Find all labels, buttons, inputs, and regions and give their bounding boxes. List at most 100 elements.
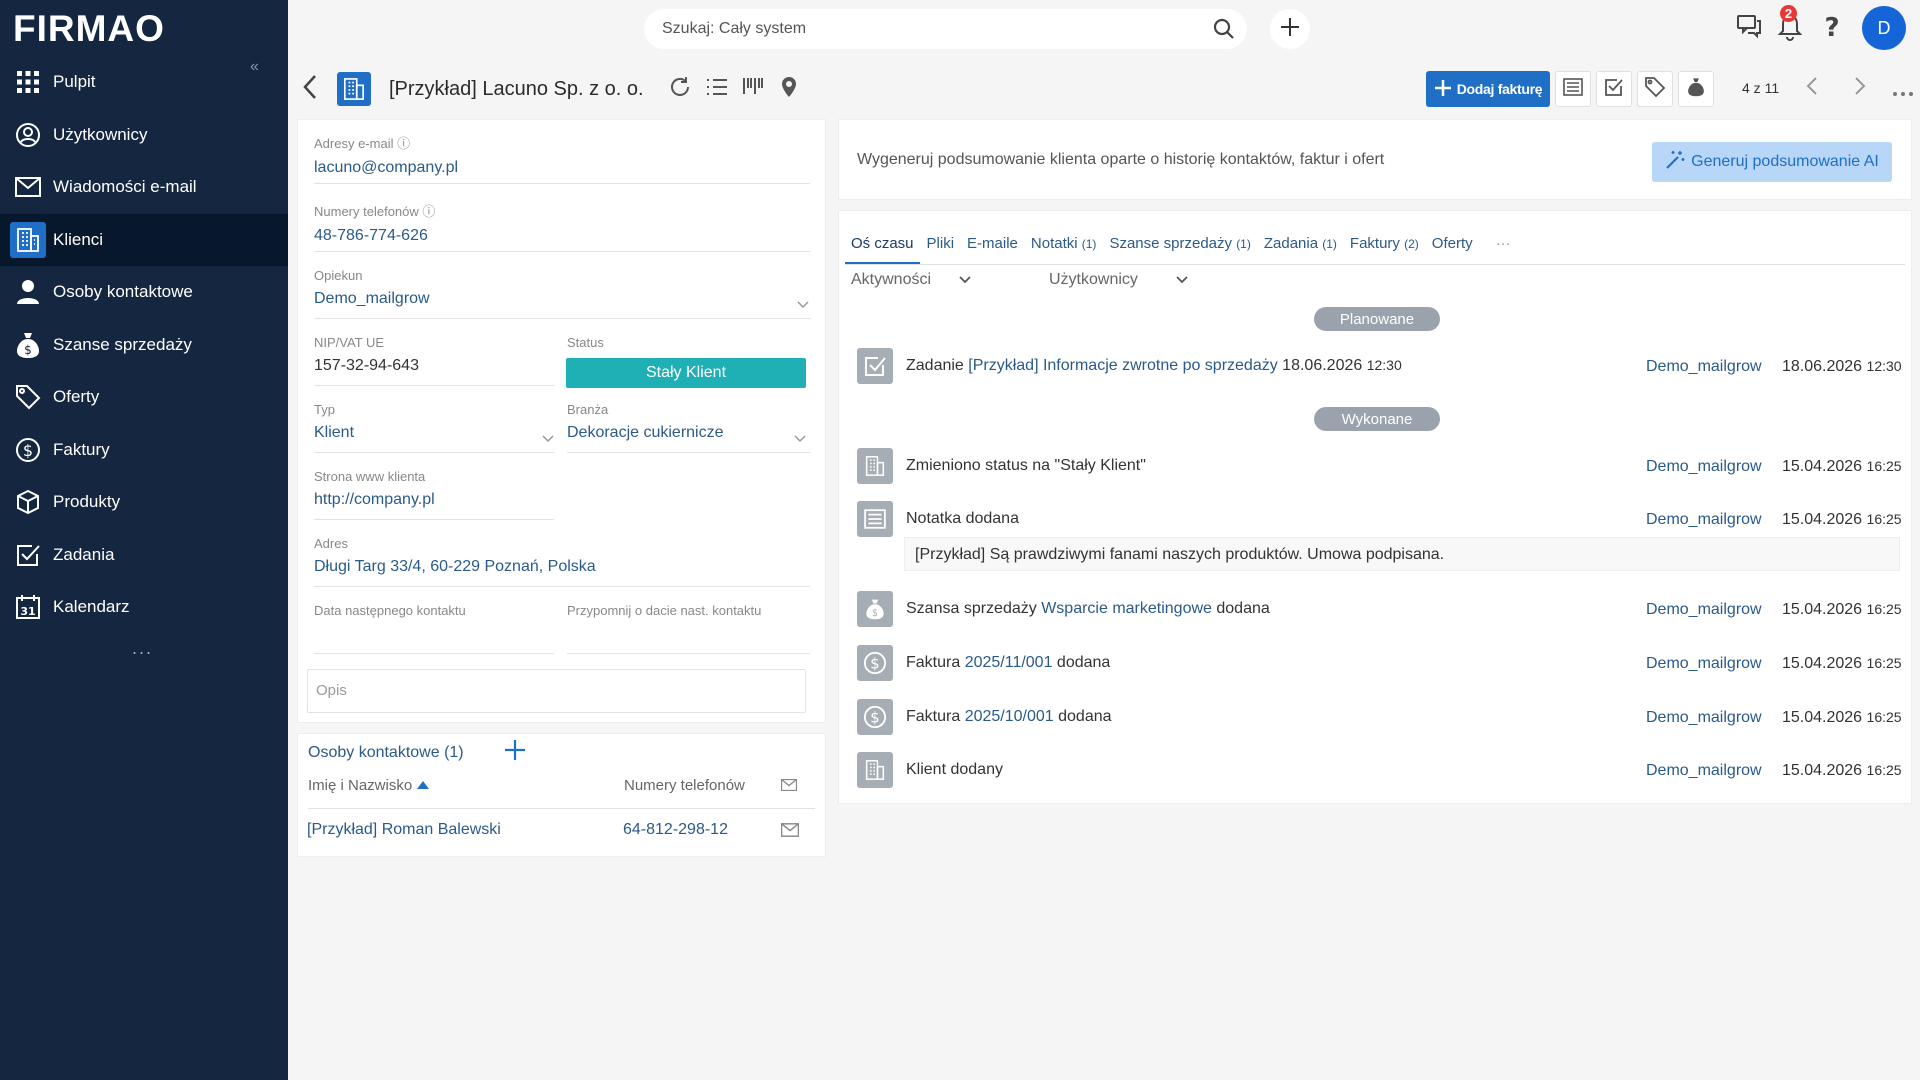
tab-e-maile[interactable]: E-maile (961, 223, 1024, 252)
info-icon[interactable]: ⓘ (422, 204, 435, 219)
nip-field[interactable]: NIP/VAT UE 157-32-94-643 (314, 335, 554, 375)
sidebar-item-osoby[interactable]: Osoby kontaktowe (0, 266, 288, 319)
chevron-down-icon[interactable] (797, 296, 809, 313)
timeline-item-user[interactable]: Demo_mailgrow (1646, 655, 1762, 673)
sidebar-nav: Pulpit Użytkownicy Wiadomości e-mail Kli… (0, 56, 288, 634)
search-input[interactable]: Szukaj: Cały system (644, 9, 1247, 49)
address-label: Adres (314, 536, 348, 551)
done-section-label: Wykonane (1314, 407, 1440, 431)
quick-add-button[interactable] (1270, 9, 1310, 49)
phone-value[interactable]: 48-786-774-626 (314, 227, 804, 245)
dollar-icon: $ (14, 436, 42, 464)
add-contact-icon[interactable] (504, 739, 526, 765)
note-button[interactable] (1555, 71, 1591, 107)
type-field[interactable]: Typ Klient (314, 402, 554, 442)
address-value[interactable]: Długi Targ 33/4, 60-229 Poznań, Polska (314, 558, 804, 576)
tab-oferty[interactable]: Oferty (1426, 223, 1479, 252)
more-icon[interactable] (1892, 84, 1914, 101)
tab-os-czasu[interactable]: Oś czasu (845, 223, 920, 265)
timeline-item-user[interactable]: Demo_mailgrow (1646, 458, 1762, 476)
contacts-title[interactable]: Osoby kontaktowe (1) (308, 744, 464, 762)
search-icon[interactable] (1213, 18, 1235, 44)
tab-notatki[interactable]: Notatki (1) (1025, 223, 1103, 252)
refresh-icon[interactable] (669, 76, 691, 102)
timeline-item-link[interactable]: [Przykład] Informacje zwrotne po sprzeda… (968, 357, 1277, 374)
sidebar-item-oferty[interactable]: Oferty (0, 371, 288, 424)
timeline-item-date: 15.04.2026 16:25 (1782, 458, 1902, 475)
tab-szanse-sprzedazy[interactable]: Szanse sprzedaży (1) (1103, 223, 1256, 252)
sidebar-item-pulpit[interactable]: Pulpit (0, 56, 288, 109)
sidebar-item-szanse[interactable]: $ Szanse sprzedaży (0, 319, 288, 372)
sidebar-item-zadania[interactable]: Zadania (0, 529, 288, 582)
barcode-icon[interactable] (742, 76, 764, 102)
mail-icon (14, 173, 42, 201)
owner-field[interactable]: Opiekun Demo_mailgrow (314, 268, 804, 308)
sidebar-item-klienci[interactable]: Klienci (0, 213, 288, 266)
ai-summary-panel: Wygeneruj podsumowanie klienta oparte o … (838, 119, 1912, 200)
timeline-item-user[interactable]: Demo_mailgrow (1646, 762, 1762, 780)
mail-icon[interactable] (780, 823, 800, 841)
status-select[interactable]: Stały Klient (566, 358, 806, 388)
remind-field[interactable]: Przypomnij o dacie nast. kontaktu (567, 603, 807, 618)
tab-more[interactable]: ··· (1490, 223, 1517, 252)
timeline-item-user[interactable]: Demo_mailgrow (1646, 511, 1762, 529)
contact-phone[interactable]: 64-812-298-12 (623, 821, 728, 839)
email-value[interactable]: lacuno@company.pl (314, 159, 804, 177)
col-name-header[interactable]: Imię i Nazwisko (308, 777, 430, 794)
offer-button[interactable] (1637, 71, 1673, 107)
activities-filter[interactable]: Aktywności (851, 271, 972, 289)
checkbox-icon (14, 541, 42, 569)
description-field[interactable]: Opis (307, 669, 806, 713)
chevron-right-icon[interactable] (1854, 76, 1866, 100)
sidebar-item-label: Szanse sprzedaży (53, 334, 192, 354)
avatar[interactable]: D (1862, 6, 1906, 50)
users-icon (14, 121, 42, 149)
list-icon[interactable] (706, 76, 728, 102)
website-value[interactable]: http://company.pl (314, 491, 554, 509)
location-pin-icon[interactable] (780, 76, 798, 102)
address-field[interactable]: Adres Długi Targ 33/4, 60-229 Poznań, Po… (314, 536, 804, 576)
generate-ai-summary-button[interactable]: Generuj podsumowanie AI (1652, 142, 1892, 182)
timeline-item-user[interactable]: Demo_mailgrow (1646, 709, 1762, 727)
tab-zadania[interactable]: Zadania (1) (1258, 223, 1343, 252)
add-invoice-button[interactable]: Dodaj fakturę (1426, 71, 1550, 107)
chat-icon[interactable] (1736, 13, 1762, 43)
users-filter[interactable]: Użytkownicy (1049, 271, 1188, 289)
timeline-item-link[interactable]: Wsparcie marketingowe (1041, 600, 1212, 617)
sidebar-item-uzytkownicy[interactable]: Użytkownicy (0, 109, 288, 162)
task-button[interactable] (1596, 71, 1632, 107)
timeline-item-date: 15.04.2026 16:25 (1782, 655, 1902, 672)
contact-name[interactable]: [Przykład] Roman Balewski (307, 821, 501, 839)
info-icon[interactable]: ⓘ (397, 136, 410, 151)
nip-value[interactable]: 157-32-94-643 (314, 357, 554, 375)
status-field: Status (567, 335, 604, 350)
tab-pliki[interactable]: Pliki (921, 223, 961, 252)
phone-field[interactable]: Numery telefonów ⓘ 48-786-774-626 (314, 201, 804, 245)
timeline-item-link[interactable]: 2025/11/001 (965, 654, 1053, 671)
chevron-down-icon[interactable] (794, 430, 806, 447)
timeline-item-user[interactable]: Demo_mailgrow (1646, 358, 1762, 376)
tab-faktury[interactable]: Faktury (2) (1344, 223, 1425, 252)
sidebar-more[interactable]: ... (132, 638, 153, 659)
next-contact-field[interactable]: Data następnego kontaktu (314, 603, 554, 618)
help-icon[interactable]: ? (1822, 13, 1842, 45)
magic-wand-icon (1665, 150, 1685, 175)
users-filter-label: Użytkownicy (1049, 271, 1138, 288)
industry-field[interactable]: Branża Dekoracje cukiernicze (567, 402, 807, 442)
type-value: Klient (314, 424, 355, 441)
col-phone-header[interactable]: Numery telefonów (624, 777, 745, 794)
timeline-item-link[interactable]: 2025/10/001 (965, 708, 1054, 725)
chevron-down-icon[interactable] (542, 430, 554, 447)
sidebar-item-produkty[interactable]: Produkty (0, 476, 288, 529)
sidebar-item-kalendarz[interactable]: 31 Kalendarz (0, 581, 288, 634)
email-field[interactable]: Adresy e-mail ⓘ lacuno@company.pl (314, 133, 804, 177)
website-field[interactable]: Strona www klienta http://company.pl (314, 469, 554, 509)
timeline-item-user[interactable]: Demo_mailgrow (1646, 601, 1762, 619)
opportunity-button[interactable] (1678, 71, 1714, 107)
mail-icon[interactable] (780, 778, 798, 795)
sidebar-item-faktury[interactable]: $ Faktury (0, 424, 288, 477)
sidebar-item-wiadomosci[interactable]: Wiadomości e-mail (0, 161, 288, 214)
chevron-left-icon[interactable] (1806, 76, 1818, 100)
record-pager: 4 z 11 (1742, 80, 1780, 96)
back-icon[interactable] (302, 74, 318, 104)
